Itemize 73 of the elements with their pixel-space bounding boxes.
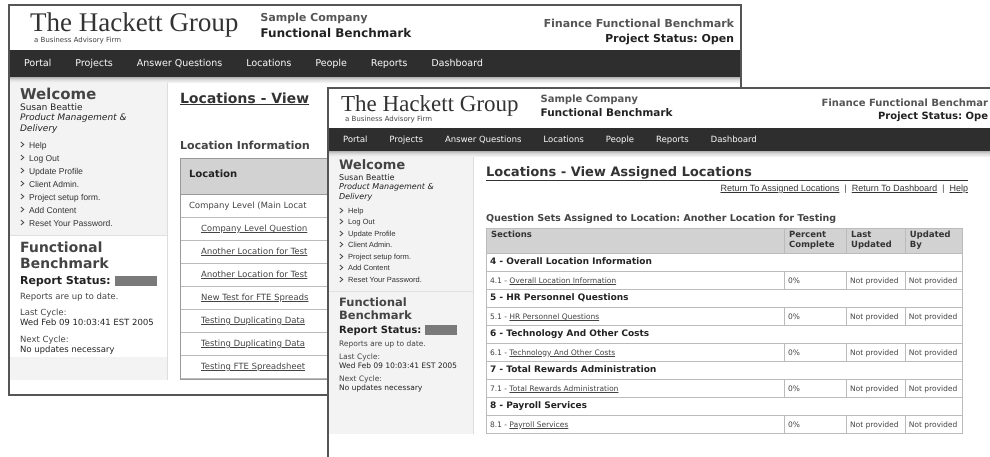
project-status: Project Status: Open [605,32,734,45]
benchmark-title: Finance Functional Benchmar [822,98,988,109]
location-link[interactable]: Testing Duplicating Data [201,339,305,349]
column-header: Percent Complete [784,228,847,254]
sidebar-link[interactable]: Update Profile [29,166,83,176]
report-status-label: Report Status: [339,324,422,336]
sidebar-link[interactable]: Project setup form. [29,192,100,202]
group-heading: 8 - Payroll Services [486,397,962,416]
link-separator: | [844,183,847,193]
nav-link[interactable]: People [606,134,634,144]
nav-link[interactable]: Answer Questions [136,58,222,69]
sidebar-link[interactable]: Reset Your Password. [29,218,113,228]
section-heading: Functional Benchmark [339,296,413,323]
company-name: Sample Company [260,11,369,24]
location-link[interactable]: New Test for FTE Spreads [201,293,308,303]
table-cell: Company Level (Main Locat [189,201,307,211]
redacted-block [425,325,458,336]
page-title: Locations - View [180,91,310,107]
logo-text: The Hackett Group [341,92,519,115]
sidebar-link[interactable]: Add Content [29,204,76,215]
product-name: Functional Benchmark [260,26,412,40]
nav-link[interactable]: Reports [656,134,689,144]
logo-text: The Hackett Group [30,9,238,36]
nav-link[interactable]: Projects [389,134,423,144]
product-name: Functional Benchmark [540,107,673,119]
benchmark-title: Finance Functional Benchmark [544,17,734,30]
next-cycle-label: Next Cycle: [20,335,70,346]
location-link[interactable]: Testing Duplicating Data [201,316,305,326]
group-heading: 5 - HR Personnel Questions [486,289,962,308]
user-name: Susan Beattie [20,102,84,113]
nav-link[interactable]: Dashboard [431,58,483,69]
location-link[interactable]: Another Location for Test [201,270,308,280]
nav-link[interactable]: Answer Questions [444,134,522,144]
redacted-block [114,276,157,286]
section-title: Question Sets Assigned to Location: Another Location for Testing [486,213,838,224]
sidebar-link[interactable]: Log Out [29,152,60,163]
group-heading: 4 - Overall Location Information [486,253,962,272]
section-heading: Functional Benchmark [20,240,110,272]
next-cycle-value: No updates necessary [20,345,116,358]
column-header: Last Updated [846,228,906,254]
nav-link[interactable]: Portal [24,58,52,69]
nav-link[interactable]: Portal [343,134,368,144]
sidebar-link[interactable]: Help [29,140,46,150]
page-title: Locations - View Assigned Locations [486,165,968,181]
link-separator: | [942,183,944,193]
section-title: Location Information [180,139,310,152]
group-heading: 6 - Technology And Other Costs [486,325,962,344]
location-link[interactable]: Company Level Question [201,224,308,234]
report-status-label: Report Status: [20,274,111,288]
group-heading: 7 - Total Rewards Administration [486,361,962,380]
nav-link[interactable]: Return To Assigned Locations [720,183,840,193]
nav-link[interactable]: Help [949,183,968,193]
status-note: Reports are up to date. [20,292,120,302]
last-cycle-value: Wed Feb 09 10:03:41 EST 2005 [20,318,155,330]
project-status: Project Status: Ope [878,111,988,122]
nav-link[interactable]: Dashboard [710,134,757,144]
welcome-heading: Welcome [20,87,98,103]
nav-link[interactable]: People [315,58,347,69]
nav-link[interactable]: Locations [246,58,292,69]
sidebar-link[interactable]: Client Admin. [29,178,80,189]
user-role: Product Management & Delivery [20,112,128,136]
nav-link[interactable]: Projects [75,58,113,69]
nav-link[interactable]: Reports [370,58,408,69]
company-name: Sample Company [540,94,639,105]
column-header: Sections [486,228,784,254]
nav-link[interactable]: Locations [543,134,584,144]
welcome-heading: Welcome [339,159,406,173]
column-header: Updated By [905,228,962,254]
location-link[interactable]: Another Location for Test [201,247,308,257]
last-cycle-label: Last Cycle: [20,308,68,318]
location-link[interactable]: Testing FTE Spreadsheet [201,362,306,372]
nav-link[interactable]: Return To Dashboard [852,183,938,193]
user-name: Susan Beattie [339,172,396,182]
